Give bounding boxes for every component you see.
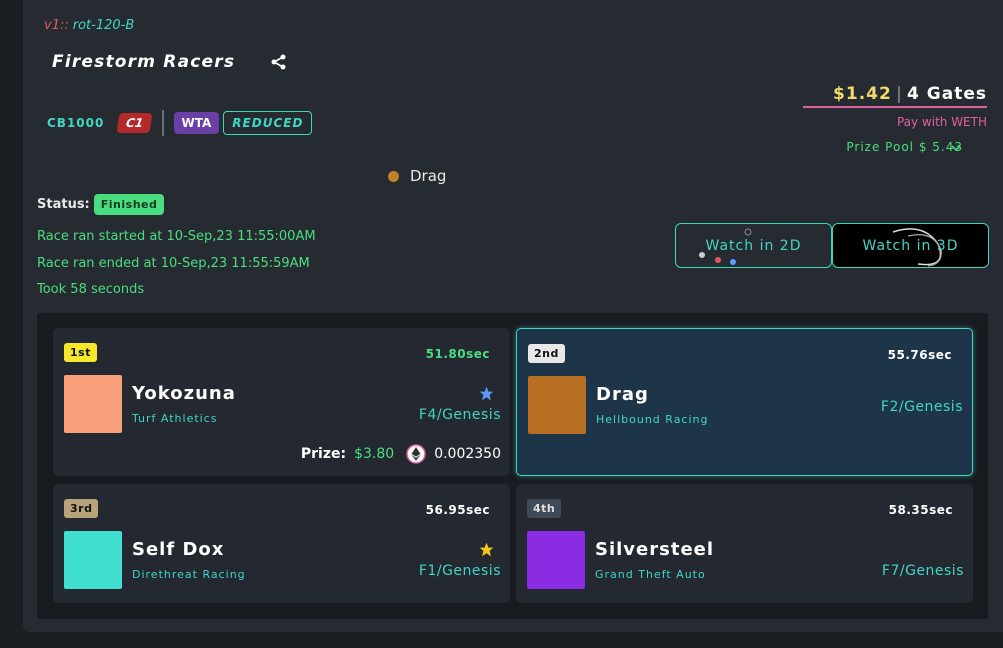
- team-name: Direthreat Racing: [132, 568, 246, 581]
- place-badge: 1st: [64, 343, 97, 362]
- race-end-time: Race ran ended at 10-Sep,23 11:55:59AM: [37, 256, 310, 271]
- generation-label: F1/Genesis: [418, 563, 501, 579]
- car-name: Yokozuna: [132, 383, 236, 404]
- finish-time: 55.76sec: [887, 348, 952, 362]
- place-badge: 4th: [527, 499, 562, 518]
- prize-usd: $3.80: [354, 446, 395, 462]
- race-duration: Took 58 seconds: [37, 282, 145, 297]
- winner-name: Drag: [410, 167, 447, 185]
- car-color-swatch: [64, 531, 122, 589]
- result-card-3[interactable]: 3rd 56.95sec Self Dox Direthreat Racing …: [53, 484, 510, 603]
- winner-color-dot: [388, 170, 399, 182]
- c1-tag: C1: [116, 113, 153, 133]
- watch-3d-button[interactable]: Watch in 3D: [832, 223, 989, 268]
- blue-star-icon: [479, 386, 494, 401]
- car-color-swatch: [528, 376, 586, 434]
- car-color-swatch: [527, 531, 585, 589]
- race-winner: Drag: [388, 167, 446, 185]
- class-tag: CB1000: [47, 116, 105, 130]
- pay-with-label: Pay with WETH: [896, 115, 987, 129]
- entry-price: $1.42: [833, 84, 892, 104]
- race-tags: CB1000 C1 WTA REDUCED: [47, 110, 313, 136]
- prize-label: Prize:: [300, 446, 347, 462]
- watch-2d-button[interactable]: Watch in 2D: [675, 223, 832, 268]
- generation-label: F2/Genesis: [880, 399, 963, 415]
- share-icon[interactable]: [270, 53, 288, 71]
- finish-time: 56.95sec: [425, 503, 490, 517]
- result-card-1[interactable]: 1st 51.80sec Yokozuna Turf Athletics F4/…: [53, 328, 510, 476]
- eth-icon: [406, 444, 426, 464]
- race-start-time: Race ran started at 10-Sep,23 11:55:00AM: [37, 229, 316, 244]
- gold-star-icon: [479, 542, 494, 557]
- car-name: Self Dox: [132, 539, 225, 560]
- results-grid: 1st 51.80sec Yokozuna Turf Athletics F4/…: [37, 313, 988, 619]
- generation-label: F7/Genesis: [881, 563, 964, 579]
- place-badge: 3rd: [64, 499, 99, 518]
- car-name: Silversteel: [595, 539, 715, 560]
- team-name: Grand Theft Auto: [595, 568, 706, 581]
- prize-eth: 0.002350: [434, 446, 501, 462]
- chevron-down-icon[interactable]: [951, 143, 961, 153]
- prize-pool-toggle[interactable]: Prize Pool $ 5.43: [846, 140, 963, 154]
- reduced-tag: REDUCED: [223, 111, 313, 135]
- status-label: Status:: [37, 197, 90, 212]
- result-card-2[interactable]: 2nd 55.76sec Drag Hellbound Racing F2/Ge…: [516, 328, 973, 476]
- team-name: Hellbound Racing: [596, 413, 709, 426]
- finish-time: 58.35sec: [888, 503, 953, 517]
- status-badge: Finished: [93, 194, 165, 215]
- car-color-swatch: [64, 375, 122, 433]
- car-name: Drag: [596, 384, 649, 405]
- price-separator: |: [895, 84, 904, 104]
- finish-time: 51.80sec: [425, 347, 490, 361]
- gates-count: 4 Gates: [907, 84, 987, 104]
- team-name: Turf Athletics: [132, 412, 218, 425]
- entry-fee: $1.42 | 4 Gates: [803, 84, 987, 108]
- wta-tag: WTA: [173, 112, 220, 134]
- race-status: Status: Finished: [37, 194, 165, 215]
- result-card-4[interactable]: 4th 58.35sec Silversteel Grand Theft Aut…: [516, 484, 973, 603]
- prize-row: Prize: $3.80 0.002350: [301, 444, 501, 464]
- race-title: Firestorm Racers: [52, 52, 236, 72]
- place-badge: 2nd: [528, 344, 565, 363]
- tag-divider: [161, 110, 164, 136]
- version-label: v1:: rot-120-B: [44, 18, 135, 33]
- generation-label: F4/Genesis: [418, 407, 501, 423]
